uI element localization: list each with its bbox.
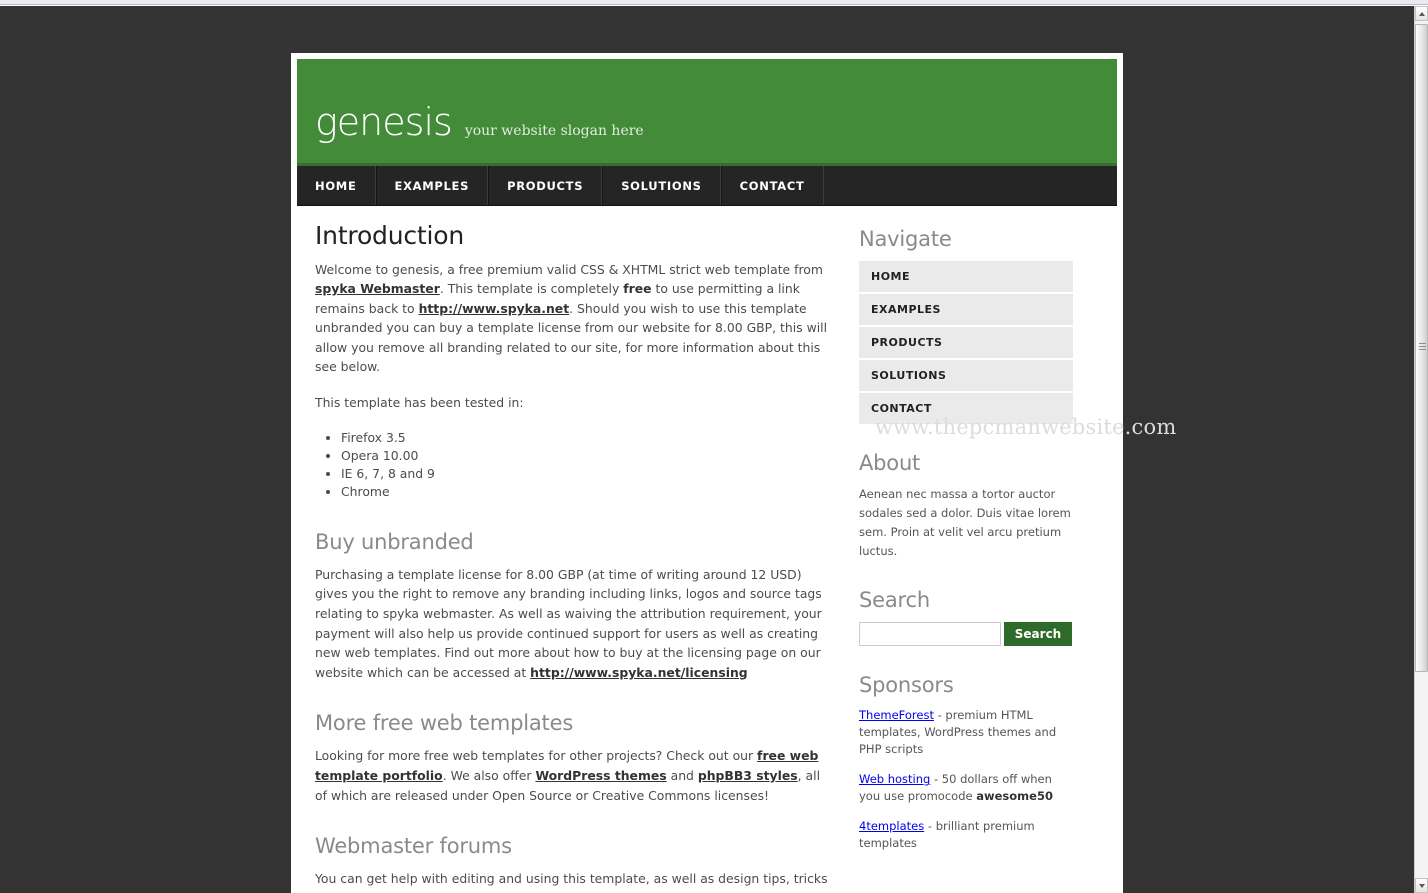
link-4templates[interactable]: 4templates bbox=[859, 819, 924, 833]
search-button[interactable]: Search bbox=[1004, 622, 1072, 647]
website-page: genesis your website slogan here HOME EX… bbox=[291, 53, 1176, 893]
scroll-up-arrow-icon[interactable] bbox=[1415, 6, 1428, 21]
sidebar-title-search: Search bbox=[859, 588, 930, 613]
page-background: genesis your website slogan here HOME EX… bbox=[0, 6, 1414, 893]
nav-item-contact[interactable]: CONTACT bbox=[720, 166, 824, 205]
link-phpbb3-styles[interactable]: phpBB3 styles bbox=[698, 768, 798, 783]
sponsor-item: 4templates - brilliant premium templates bbox=[859, 818, 1073, 851]
sidebar-title-about: About bbox=[859, 451, 921, 476]
triangle-up-icon bbox=[1419, 12, 1425, 16]
section-title-buy-unbranded: Buy unbranded bbox=[315, 529, 474, 554]
page-title: Introduction bbox=[315, 221, 464, 250]
sidebar-item-solutions[interactable]: SOLUTIONS bbox=[859, 360, 1073, 394]
nav-item-products[interactable]: PRODUCTS bbox=[488, 166, 603, 205]
link-themeforest[interactable]: ThemeForest bbox=[859, 708, 934, 722]
sponsor-item: ThemeForest - premium HTML templates, Wo… bbox=[859, 707, 1073, 757]
sidebar-item-home[interactable]: HOME bbox=[859, 261, 1073, 295]
buy-text: Purchasing a template license for 8.00 G… bbox=[315, 566, 822, 680]
link-web-hosting[interactable]: Web hosting bbox=[859, 772, 930, 786]
intro-bold-free: free bbox=[623, 281, 652, 297]
sidebar-navigate-list: HOME EXAMPLES PRODUCTS SOLUTIONS CONTACT bbox=[859, 261, 1073, 425]
sidebar-title-navigate: Navigate bbox=[859, 227, 952, 251]
site-header: genesis your website slogan here bbox=[297, 59, 1117, 166]
content-area: www.thepcmanwebsite.com Introduction Wel… bbox=[297, 206, 1176, 893]
nav-item-solutions[interactable]: SOLUTIONS bbox=[602, 166, 721, 205]
section-title-webmaster-forums: Webmaster forums bbox=[315, 834, 512, 859]
sidebar-item-contact[interactable]: CONTACT bbox=[859, 393, 1073, 424]
main-navigation: HOME EXAMPLES PRODUCTS SOLUTIONS CONTACT bbox=[297, 166, 1117, 206]
more-text-c: and bbox=[666, 768, 698, 783]
link-spyka-net[interactable]: http://www.spyka.net bbox=[419, 301, 570, 316]
sponsor-item: Web hosting - 50 dollars off when you us… bbox=[859, 771, 1073, 804]
branding: genesis your website slogan here bbox=[315, 103, 644, 141]
tested-in-paragraph: This template has been tested in: bbox=[315, 395, 524, 411]
list-item: Opera 10.00 bbox=[341, 447, 831, 465]
sidebar: Navigate HOME EXAMPLES PRODUCTS SOLUTION… bbox=[859, 222, 1073, 893]
list-item: Chrome bbox=[341, 483, 831, 501]
link-wordpress-themes[interactable]: WordPress themes bbox=[535, 768, 666, 783]
more-templates-paragraph: Looking for more free web templates for … bbox=[315, 746, 831, 805]
search-input[interactable] bbox=[859, 622, 1001, 647]
sidebar-title-sponsors: Sponsors bbox=[859, 673, 954, 698]
about-text: Aenean nec massa a tortor auctor sodales… bbox=[859, 487, 1071, 559]
forums-text: You can get help with editing and using … bbox=[315, 871, 828, 893]
search-form: Search bbox=[859, 622, 1073, 647]
nav-item-examples[interactable]: EXAMPLES bbox=[375, 166, 489, 205]
link-licensing[interactable]: http://www.spyka.net/licensing bbox=[530, 665, 747, 680]
intro-text-b: . This template is completely bbox=[439, 281, 624, 297]
browser-top-strip bbox=[0, 0, 1428, 5]
browser-list: Firefox 3.5 Opera 10.00 IE 6, 7, 8 and 9… bbox=[315, 429, 831, 501]
sidebar-item-examples[interactable]: EXAMPLES bbox=[859, 294, 1073, 328]
link-spyka-webmaster[interactable]: spyka Webmaster bbox=[315, 281, 440, 296]
buy-unbranded-paragraph: Purchasing a template license for 8.00 G… bbox=[315, 565, 831, 683]
triangle-down-icon bbox=[1419, 884, 1425, 888]
sponsor-promocode: awesome50 bbox=[976, 788, 1053, 803]
more-text-a: Looking for more free web templates for … bbox=[315, 748, 758, 764]
intro-paragraph: Welcome to genesis, a free premium valid… bbox=[315, 260, 831, 378]
section-title-more-templates: More free web templates bbox=[315, 711, 574, 736]
site-slogan: your website slogan here bbox=[464, 123, 644, 139]
nav-item-home[interactable]: HOME bbox=[297, 166, 376, 205]
browser-viewport: genesis your website slogan here HOME EX… bbox=[0, 0, 1428, 893]
intro-text-a: Welcome to genesis, a free premium valid… bbox=[315, 261, 823, 277]
main-column: Introduction Welcome to genesis, a free … bbox=[315, 222, 859, 893]
more-text-b: . We also offer bbox=[442, 768, 536, 783]
list-item: Firefox 3.5 bbox=[341, 429, 831, 447]
scrollbar-thumb[interactable] bbox=[1415, 24, 1428, 672]
list-item: IE 6, 7, 8 and 9 bbox=[341, 465, 831, 483]
forums-paragraph: You can get help with editing and using … bbox=[315, 869, 831, 893]
vertical-scrollbar[interactable] bbox=[1414, 6, 1428, 893]
sidebar-item-products[interactable]: PRODUCTS bbox=[859, 327, 1073, 361]
scroll-down-arrow-icon[interactable] bbox=[1415, 878, 1428, 893]
site-logo[interactable]: genesis bbox=[315, 103, 453, 141]
grip-icon bbox=[1419, 343, 1426, 353]
